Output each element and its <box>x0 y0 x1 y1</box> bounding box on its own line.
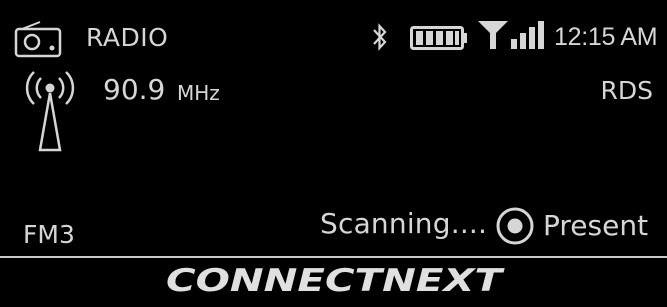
radio-screen: RADIO 12:15 AM 90.9 MHz RDS FM3 Scanning… <box>0 0 667 307</box>
clock: 12:15 AM <box>554 23 658 51</box>
divider <box>0 256 667 258</box>
preset-label: Present <box>543 209 649 242</box>
band-label: FM3 <box>23 220 75 249</box>
source-label: RADIO <box>86 23 169 52</box>
radio-icon <box>14 21 62 58</box>
preset-radio-icon <box>496 207 534 245</box>
frequency-value: 90.9 <box>103 73 166 106</box>
preset-button[interactable]: Present <box>495 205 661 247</box>
svg-text:CONNECTNEXT: CONNECTNEXT <box>166 263 506 298</box>
brand-logo: CONNECTNEXT <box>166 263 506 298</box>
frequency-unit: MHz <box>177 81 220 105</box>
bluetooth-icon <box>373 23 387 51</box>
signal-icon <box>478 21 544 49</box>
antenna-icon <box>25 71 75 152</box>
rds-indicator: RDS <box>600 76 654 105</box>
scan-status: Scanning.... <box>320 207 488 240</box>
battery-icon <box>410 26 467 50</box>
